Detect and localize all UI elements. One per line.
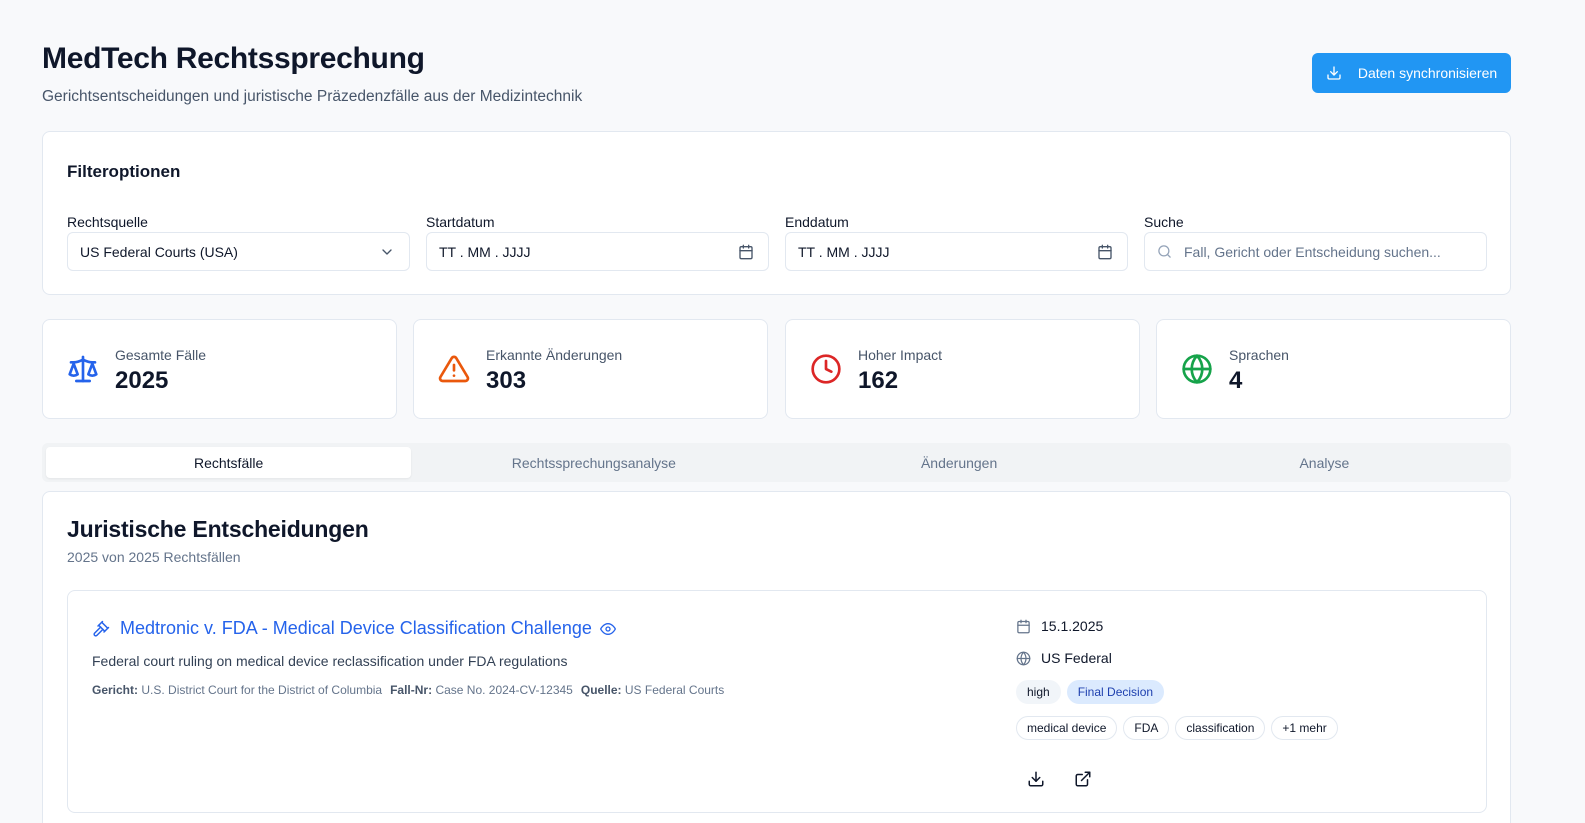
tab-changes[interactable]: Änderungen xyxy=(777,447,1142,478)
case-court-value: U.S. District Court for the District of … xyxy=(141,683,383,697)
stat-label: Erkannte Änderungen xyxy=(486,347,623,363)
page-title: MedTech Rechtssprechung xyxy=(42,42,425,75)
source-label: Rechtsquelle xyxy=(67,214,148,230)
chevron-down-icon xyxy=(382,249,392,255)
case-number: Fall-Nr: Case No. 2024-CV-12345 xyxy=(390,683,573,697)
decisions-panel: Juristische Entscheidungen 2025 von 2025… xyxy=(42,491,1511,823)
page-header: MedTech Rechtssprechung Gerichtsentschei… xyxy=(42,0,1511,131)
start-date-label: Startdatum xyxy=(426,214,495,230)
case-title-link[interactable]: Medtronic v. FDA - Medical Device Classi… xyxy=(120,618,592,639)
globe-icon xyxy=(1016,651,1031,665)
scale-icon xyxy=(68,355,98,383)
end-date-input[interactable]: TT . MM . JJJJ xyxy=(785,232,1128,271)
page-subtitle: Gerichtsentscheidungen und juristische P… xyxy=(42,88,583,105)
stat-label: Sprachen xyxy=(1229,347,1289,363)
case-details: 15.1.2025 US Federal high Final Decision… xyxy=(1016,616,1456,788)
external-link-icon[interactable] xyxy=(1074,770,1092,788)
page: MedTech Rechtssprechung Gerichtsentschei… xyxy=(42,0,1511,823)
case-date: 15.1.2025 xyxy=(1041,618,1104,634)
case-jurisdiction-row: US Federal xyxy=(1016,648,1456,668)
search-label: Suche xyxy=(1144,214,1184,230)
source-field: Rechtsquelle US Federal Courts (USA) xyxy=(67,214,410,271)
tag-badge: FDA xyxy=(1123,716,1170,740)
start-date-field: Startdatum TT . MM . JJJJ xyxy=(426,214,769,271)
calendar-icon xyxy=(1017,619,1030,633)
download-icon[interactable] xyxy=(1027,770,1045,788)
stat-label: Hoher Impact xyxy=(858,347,943,363)
case-tags: medical device FDA classification +1 meh… xyxy=(1016,716,1456,740)
tab-legal-cases[interactable]: Rechtsfälle xyxy=(46,447,412,478)
stat-value: 4 xyxy=(1229,367,1243,394)
gavel-icon xyxy=(93,620,110,637)
case-jurisdiction: US Federal xyxy=(1041,650,1112,666)
stat-label: Gesamte Fälle xyxy=(115,347,207,363)
case-number-label: Fall-Nr: xyxy=(390,683,433,697)
case-actions xyxy=(1027,770,1456,788)
tag-badge: medical device xyxy=(1016,716,1118,740)
tab-analysis[interactable]: Analyse xyxy=(1142,447,1507,478)
filter-title: Filteroptionen xyxy=(67,162,181,181)
start-date-input[interactable]: TT . MM . JJJJ xyxy=(426,232,769,271)
start-date-placeholder: TT . MM . JJJJ xyxy=(439,243,531,260)
more-tags-badge[interactable]: +1 mehr xyxy=(1271,716,1338,740)
stat-value: 162 xyxy=(858,367,899,394)
calendar-icon[interactable] xyxy=(1097,244,1113,260)
impact-badge: high xyxy=(1016,680,1061,704)
case-title-row: Medtronic v. FDA - Medical Device Classi… xyxy=(92,618,616,639)
search-icon xyxy=(1158,245,1171,258)
case-card: Medtronic v. FDA - Medical Device Classi… xyxy=(67,590,1487,813)
case-description: Federal court ruling on medical device r… xyxy=(92,653,568,669)
search-box xyxy=(1144,232,1487,271)
source-select-value: US Federal Courts (USA) xyxy=(80,243,238,260)
tab-list: Rechtsfälle Rechtssprechungsanalyse Ände… xyxy=(42,443,1511,482)
alert-triangle-icon xyxy=(438,355,470,383)
end-date-field: Enddatum TT . MM . JJJJ xyxy=(785,214,1128,271)
search-field: Suche xyxy=(1144,214,1487,271)
clock-icon xyxy=(811,354,841,384)
case-source: Quelle: US Federal Courts xyxy=(581,683,724,697)
decisions-count: 2025 von 2025 Rechtsfällen xyxy=(67,549,241,565)
case-number-value: Case No. 2024-CV-12345 xyxy=(435,683,573,697)
case-status-badges: high Final Decision xyxy=(1016,680,1456,704)
status-badge: Final Decision xyxy=(1066,680,1165,704)
sync-data-label: Daten synchronisieren xyxy=(1357,65,1498,81)
stat-card-high-impact: Hoher Impact 162 xyxy=(785,319,1140,419)
case-date-row: 15.1.2025 xyxy=(1016,616,1456,636)
globe-icon xyxy=(1182,354,1212,384)
tag-badge: classification xyxy=(1175,716,1266,740)
stat-card-languages: Sprachen 4 xyxy=(1156,319,1511,419)
decisions-title: Juristische Entscheidungen xyxy=(67,516,369,542)
stat-value: 2025 xyxy=(115,367,169,394)
end-date-placeholder: TT . MM . JJJJ xyxy=(798,243,890,260)
tab-case-law-analysis[interactable]: Rechtssprechungsanalyse xyxy=(411,447,776,478)
calendar-icon[interactable] xyxy=(738,244,754,260)
filter-panel: Filteroptionen Rechtsquelle US Federal C… xyxy=(42,131,1511,295)
sync-data-button[interactable]: Daten synchronisieren xyxy=(1312,53,1511,93)
search-input[interactable] xyxy=(1184,243,1474,260)
source-select[interactable]: US Federal Courts (USA) xyxy=(67,232,410,271)
stat-value: 303 xyxy=(486,367,527,394)
case-source-value: US Federal Courts xyxy=(624,683,725,697)
end-date-label: Enddatum xyxy=(785,214,849,230)
eye-icon[interactable] xyxy=(599,621,616,637)
case-court-label: Gericht: xyxy=(92,683,139,697)
case-meta: Gericht: U.S. District Court for the Dis… xyxy=(92,683,724,697)
case-source-label: Quelle: xyxy=(580,683,622,697)
case-court: Gericht: U.S. District Court for the Dis… xyxy=(92,683,382,697)
download-icon xyxy=(1327,66,1341,80)
stat-card-detected-changes: Erkannte Änderungen 303 xyxy=(413,319,768,419)
stat-card-total-cases: Gesamte Fälle 2025 xyxy=(42,319,397,419)
